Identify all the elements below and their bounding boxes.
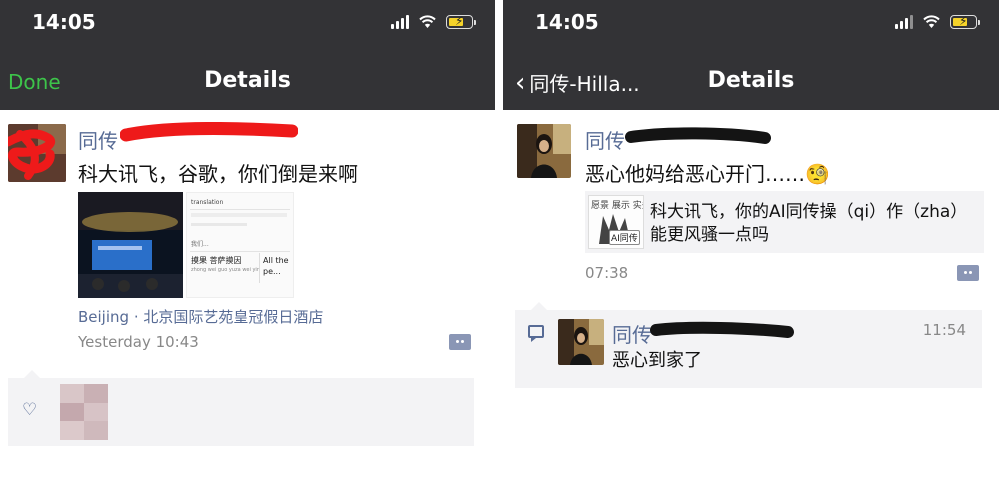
reply-arrow: [531, 302, 547, 310]
liker-avatar[interactable]: [60, 384, 108, 440]
comment-text: 恶心到家了: [612, 350, 702, 371]
post-screenshot[interactable]: translation 我们... 摸果 菩萨摸因 zhong wei guo …: [186, 192, 294, 298]
battery-icon: ⚡: [950, 14, 980, 29]
post-text: 恶心他妈给恶心开门……🧐: [585, 162, 830, 186]
post-time: Yesterday 10:43: [78, 333, 199, 351]
thumbnail-label: AI同传: [609, 230, 640, 245]
redaction-scribble: [8, 124, 66, 182]
avatar[interactable]: [517, 124, 571, 178]
post-photo[interactable]: [78, 192, 183, 298]
comment-menu-icon[interactable]: [957, 265, 979, 281]
wifi-icon: [419, 15, 436, 28]
heart-icon: ♡: [22, 400, 38, 420]
navigation-bar: 14:05 ⚡ Done Details: [0, 0, 495, 110]
page-title: Details: [204, 68, 291, 93]
shared-link-card[interactable]: 愿景 展示 实务 AI同传 科大讯飞，你的AI同传操（qi）作（zha）能更风骚…: [585, 191, 984, 253]
screenshot-result: 我们...: [191, 241, 209, 248]
screenshot-translation: All the pe... afraid of t...: [263, 256, 289, 279]
screenshot-title: translation: [191, 199, 224, 206]
comment-avatar[interactable]: [558, 319, 604, 365]
screenshot-pinyin: zhong wei guo yuza wei yin: [191, 267, 260, 273]
comment-icon: [528, 325, 544, 342]
signal-icon: [895, 14, 913, 29]
post-text: 科大讯飞，谷歌，你们倒是来啊: [78, 162, 358, 186]
signal-icon: [391, 14, 409, 29]
status-time: 14:05: [32, 10, 96, 34]
status-icons: ⚡: [895, 14, 980, 29]
post-time: 07:38: [585, 264, 629, 282]
status-time: 14:05: [535, 10, 599, 34]
post-location[interactable]: Beijing · 北京国际艺苑皇冠假日酒店: [78, 306, 323, 327]
comment-author-name[interactable]: 同传: [612, 319, 652, 348]
wifi-icon: [923, 15, 940, 28]
comment-menu-icon[interactable]: [449, 334, 471, 350]
page-title: Details: [707, 68, 795, 93]
screenshot-source-text: 摸果 菩萨摸因: [191, 256, 242, 265]
navigation-bar: 14:05 ⚡ ‹ 同传-Hilla... Details: [503, 0, 999, 110]
likes-arrow: [24, 370, 40, 378]
redaction-mark: [120, 122, 298, 142]
panel-divider: [495, 0, 503, 477]
shared-link-title: 科大讯飞，你的AI同传操（qi）作（zha）能更风骚一点吗: [650, 202, 968, 245]
likes-section: ♡: [8, 378, 474, 446]
battery-icon: ⚡: [446, 14, 476, 29]
author-name[interactable]: 同传: [585, 125, 625, 154]
left-screenshot: 14:05 ⚡ Done Details 同传 科大讯飞，谷歌，你们倒是来啊 t…: [0, 0, 495, 477]
redaction-mark: [650, 321, 794, 338]
author-name[interactable]: 同传: [78, 125, 118, 154]
avatar[interactable]: [8, 124, 66, 182]
shared-link-thumbnail: 愿景 展示 实务 AI同传: [588, 195, 644, 249]
comment-time: 11:54: [922, 321, 966, 339]
comments-section: 同传 11:54 恶心到家了: [515, 310, 982, 388]
redaction-mark: [625, 127, 771, 144]
status-icons: ⚡: [391, 14, 476, 29]
